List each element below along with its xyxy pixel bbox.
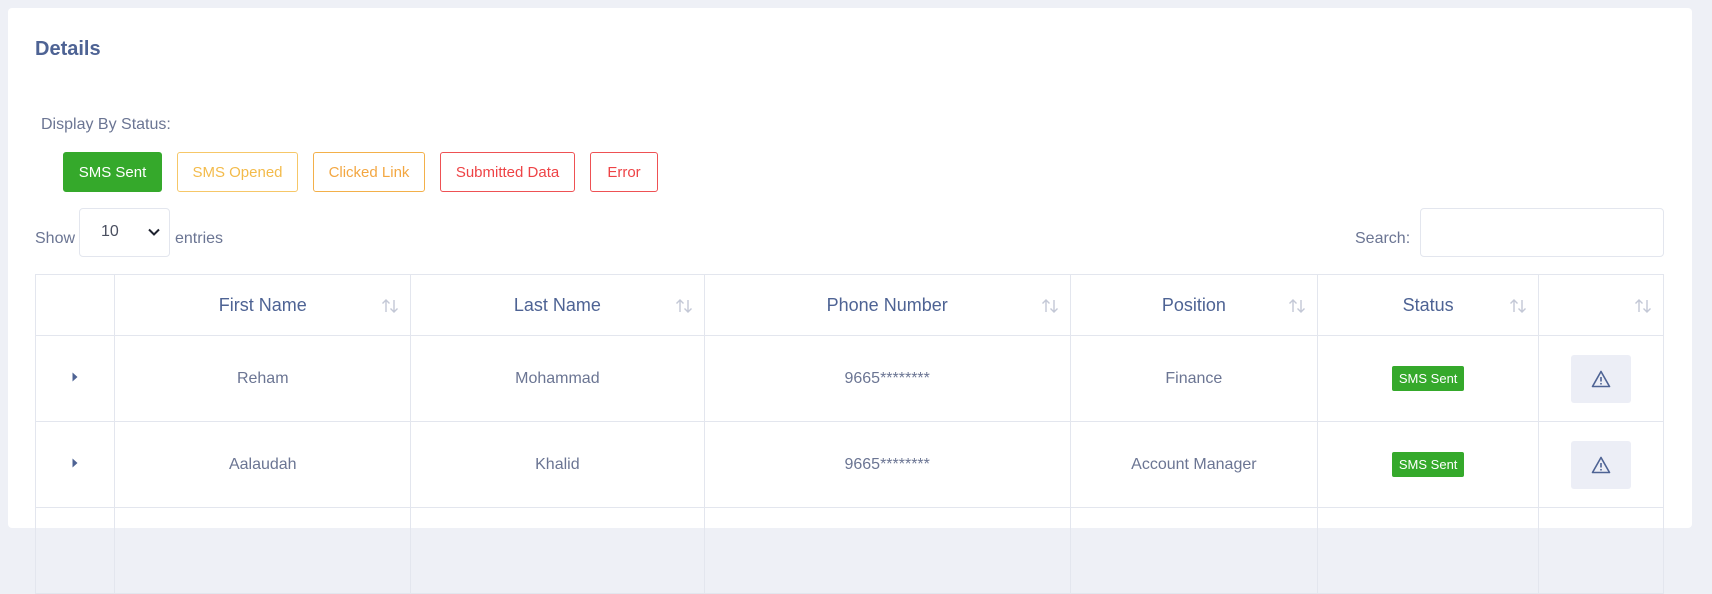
status-filter-group: SMS Sent SMS Opened Clicked Link Submitt… xyxy=(63,152,658,192)
filter-sms-opened-button[interactable]: SMS Opened xyxy=(177,152,298,192)
status-filter-label: Display By Status: xyxy=(41,116,171,133)
actions-cell xyxy=(1538,421,1664,508)
column-header-first-name[interactable]: First Name xyxy=(114,274,412,336)
column-header-label: First Name xyxy=(218,294,307,315)
last-name-cell xyxy=(410,507,705,594)
chevron-down-icon xyxy=(148,228,160,236)
table-header-row: First Name Last Name Phone Number Positi… xyxy=(34,274,1664,336)
filter-error-button[interactable]: Error xyxy=(590,152,658,192)
filter-clicked-link-button[interactable]: Clicked Link xyxy=(313,152,425,192)
first-name-cell xyxy=(114,507,412,594)
status-cell: SMS Sent xyxy=(1317,335,1540,422)
status-badge: SMS Sent xyxy=(1391,452,1465,477)
status-cell xyxy=(1317,507,1540,594)
warning-triangle-icon xyxy=(1591,370,1611,387)
actions-cell xyxy=(1538,335,1664,422)
first-name-cell: Aalaudah xyxy=(114,421,412,508)
position-cell: Finance xyxy=(1069,335,1319,422)
column-header-label: Phone Number xyxy=(826,294,948,315)
last-name-cell: Mohammad xyxy=(410,335,705,422)
sort-arrows-icon xyxy=(382,299,399,313)
position-cell xyxy=(1069,507,1319,594)
show-label: Show xyxy=(35,230,76,247)
expand-cell[interactable] xyxy=(34,335,116,422)
phone-number-cell: 9665******** xyxy=(703,421,1071,508)
filter-submitted-data-button[interactable]: Submitted Data xyxy=(440,152,575,192)
caret-right-icon xyxy=(72,458,78,467)
expand-cell xyxy=(34,507,116,594)
table-row: Aalaudah Khalid 9665******** Account Man… xyxy=(34,421,1664,508)
column-header-label: Last Name xyxy=(513,294,601,315)
search-input[interactable] xyxy=(1420,208,1664,257)
column-header-expand xyxy=(34,274,116,336)
entries-label: entries xyxy=(175,230,224,247)
column-header-status[interactable]: Status xyxy=(1317,274,1540,336)
column-header-last-name[interactable]: Last Name xyxy=(410,274,705,336)
filter-sms-sent-button[interactable]: SMS Sent xyxy=(63,152,162,192)
caret-right-icon xyxy=(72,372,78,381)
details-panel: Details Display By Status: SMS Sent SMS … xyxy=(8,8,1692,594)
search-label: Search: xyxy=(1355,230,1411,247)
first-name-cell: Reham xyxy=(114,335,412,422)
table-row: Reham Mohammad 9665******** Finance SMS … xyxy=(34,335,1664,422)
entries-length-value: 10 xyxy=(101,223,119,240)
sort-arrows-icon xyxy=(1510,299,1527,313)
sort-arrows-icon xyxy=(1635,299,1651,313)
table-row xyxy=(34,507,1664,594)
actions-cell xyxy=(1538,507,1664,594)
recipients-table: First Name Last Name Phone Number Positi… xyxy=(34,274,1664,594)
column-header-actions[interactable] xyxy=(1538,274,1664,336)
sort-arrows-icon xyxy=(1041,299,1058,313)
status-badge: SMS Sent xyxy=(1391,366,1465,391)
sort-arrows-icon xyxy=(1289,299,1306,313)
column-header-label: Status xyxy=(1402,294,1454,315)
position-cell: Account Manager xyxy=(1069,421,1319,508)
expand-cell[interactable] xyxy=(34,421,116,508)
column-header-phone-number[interactable]: Phone Number xyxy=(703,274,1071,336)
panel-title: Details xyxy=(35,38,101,60)
phone-number-cell xyxy=(703,507,1071,594)
sort-arrows-icon xyxy=(675,299,692,313)
column-header-position[interactable]: Position xyxy=(1069,274,1319,336)
column-header-label: Position xyxy=(1161,294,1226,315)
phone-number-cell: 9665******** xyxy=(703,335,1071,422)
warning-triangle-icon xyxy=(1591,456,1611,473)
report-button[interactable] xyxy=(1571,440,1632,489)
last-name-cell: Khalid xyxy=(410,421,705,508)
status-cell: SMS Sent xyxy=(1317,421,1540,508)
entries-length-select[interactable]: 10 xyxy=(79,208,170,257)
report-button[interactable] xyxy=(1571,354,1632,403)
